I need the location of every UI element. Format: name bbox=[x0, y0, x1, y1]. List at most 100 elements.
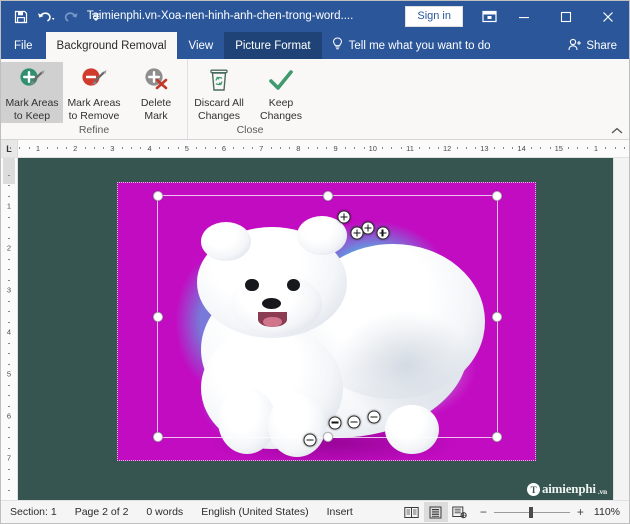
vertical-ruler-tick-label: 4 bbox=[6, 327, 12, 337]
selection-handle-top-center[interactable] bbox=[322, 191, 333, 201]
refine-group-label: Refine bbox=[78, 124, 110, 136]
ruler-tick-label: 14 bbox=[517, 143, 526, 153]
ruler-tick-mark bbox=[354, 146, 356, 149]
vertical-ruler-tick-label: 3 bbox=[6, 285, 12, 295]
ribbon-group-refine: Mark Areas to Keep Mark Areas to Remove … bbox=[1, 59, 187, 139]
picture-container[interactable] bbox=[117, 182, 536, 461]
vertical-ruler-tick-label: 5 bbox=[6, 369, 12, 379]
mark-areas-to-remove-line2: to Remove bbox=[68, 110, 120, 122]
selection-handle-bottom-left[interactable] bbox=[153, 432, 163, 442]
remove-mark-icon[interactable] bbox=[328, 416, 342, 430]
vertical-ruler[interactable]: 1 2 3 4 5 6 7 bbox=[1, 158, 18, 500]
keep-changes-button[interactable]: Keep Changes bbox=[250, 62, 312, 123]
vertical-ruler-tick-mark bbox=[8, 300, 10, 302]
picture-background-removal-preview[interactable] bbox=[117, 182, 536, 461]
status-section[interactable]: Section: 1 bbox=[1, 501, 66, 523]
selection-handle-middle-left[interactable] bbox=[153, 311, 163, 322]
vertical-scrollbar[interactable] bbox=[613, 158, 629, 500]
ruler-tick-mark bbox=[177, 146, 179, 149]
share-person-icon bbox=[568, 38, 582, 54]
status-language[interactable]: English (United States) bbox=[192, 501, 317, 523]
ruler-tick-mark bbox=[623, 146, 625, 149]
ruler-tick-label: 4 bbox=[147, 143, 152, 153]
web-layout-icon[interactable] bbox=[448, 502, 472, 522]
keep-changes-line2: Changes bbox=[259, 110, 303, 122]
ruler-tick-mark bbox=[242, 146, 244, 149]
ruler-tick-mark bbox=[382, 146, 384, 149]
ruler-tick-mark bbox=[605, 146, 607, 149]
mark-areas-to-remove-button[interactable]: Mark Areas to Remove bbox=[63, 62, 125, 123]
ruler-tick-label: 13 bbox=[480, 143, 489, 153]
tab-background-removal[interactable]: Background Removal bbox=[45, 32, 178, 59]
ruler-tick-mark bbox=[131, 146, 132, 149]
ruler-tick-mark bbox=[549, 146, 551, 149]
ruler-tick-mark bbox=[10, 146, 12, 149]
minimize-button[interactable] bbox=[503, 1, 545, 32]
status-insert-mode[interactable]: Insert bbox=[318, 501, 362, 523]
ruler-tick-label: 12 bbox=[443, 143, 452, 153]
tab-stop-selector[interactable]: L bbox=[1, 140, 18, 157]
remove-mark-icon[interactable] bbox=[303, 433, 317, 447]
chevron-up-icon[interactable] bbox=[611, 125, 623, 137]
ruler-tick-mark bbox=[456, 146, 458, 149]
trash-icon bbox=[206, 66, 232, 96]
keep-mark-icon[interactable] bbox=[337, 210, 351, 224]
vertical-ruler-tick-mark bbox=[8, 342, 10, 344]
remove-mark-icon[interactable] bbox=[347, 415, 361, 429]
zoom-control[interactable]: − + bbox=[472, 505, 592, 519]
picture-selection-frame bbox=[153, 191, 502, 442]
document-canvas[interactable]: T aimienphi .vn bbox=[18, 158, 613, 500]
tell-me-search[interactable]: Tell me what you want to do bbox=[322, 32, 501, 59]
ruler-tick-mark bbox=[289, 146, 291, 149]
sign-in-button[interactable]: Sign in bbox=[405, 6, 463, 27]
zoom-slider-track[interactable] bbox=[493, 506, 570, 518]
mark-areas-to-keep-button[interactable]: Mark Areas to Keep bbox=[1, 62, 63, 123]
read-mode-icon[interactable] bbox=[400, 502, 424, 522]
keep-mark-icon[interactable] bbox=[376, 226, 390, 240]
status-word-count[interactable]: 0 words bbox=[137, 501, 192, 523]
ruler-tick-mark bbox=[317, 146, 318, 149]
status-page[interactable]: Page 2 of 2 bbox=[66, 501, 138, 523]
delete-mark-line1: Delete bbox=[140, 97, 172, 109]
print-layout-icon[interactable] bbox=[423, 502, 448, 522]
share-button[interactable]: Share bbox=[556, 32, 629, 59]
ribbon-group-close: Discard All Changes Keep Changes Close bbox=[187, 59, 312, 139]
delete-mark-button[interactable]: Delete Mark bbox=[125, 62, 187, 123]
vertical-ruler-tick-mark bbox=[8, 321, 10, 323]
mark-areas-to-remove-line1: Mark Areas bbox=[67, 97, 121, 109]
tab-file[interactable]: File bbox=[1, 32, 46, 59]
vertical-ruler-tick-mark bbox=[8, 311, 10, 312]
ruler-tick-mark bbox=[65, 146, 67, 149]
close-button[interactable] bbox=[587, 1, 629, 32]
selection-handle-middle-right[interactable] bbox=[492, 311, 502, 322]
ruler-tick-mark bbox=[307, 146, 309, 149]
ruler-tick-mark bbox=[493, 146, 495, 149]
mark-areas-to-keep-line2: to Keep bbox=[13, 110, 51, 122]
ruler-tick-mark bbox=[205, 146, 207, 149]
zoom-in-button[interactable]: + bbox=[575, 505, 586, 519]
zoom-out-button[interactable]: − bbox=[478, 505, 489, 519]
zoom-level-label[interactable]: 110% bbox=[592, 506, 629, 518]
selection-handle-top-left[interactable] bbox=[153, 191, 163, 201]
selection-handle-bottom-right[interactable] bbox=[492, 432, 502, 442]
horizontal-ruler[interactable]: L 1 2 3 4 5 6 7 8 9 10 11 12 13 14 15 1 bbox=[1, 140, 629, 158]
selection-handle-top-right[interactable] bbox=[492, 191, 502, 201]
keep-mark-icon[interactable] bbox=[361, 221, 375, 235]
ruler-tick-label: 3 bbox=[110, 143, 115, 153]
ruler-tick-mark bbox=[428, 146, 430, 149]
tab-picture-format[interactable]: Picture Format bbox=[224, 32, 322, 59]
watermark-suffix: .vn bbox=[597, 487, 607, 496]
vertical-ruler-tick-mark bbox=[8, 353, 10, 354]
customize-quick-access-toolbar-icon[interactable] bbox=[84, 6, 108, 28]
discard-all-changes-button[interactable]: Discard All Changes bbox=[188, 62, 250, 123]
ruler-tick-mark bbox=[586, 146, 588, 149]
selection-handle-bottom-center[interactable] bbox=[322, 432, 333, 442]
save-icon[interactable] bbox=[9, 6, 33, 28]
undo-icon[interactable] bbox=[34, 6, 58, 28]
ribbon-display-options-icon[interactable] bbox=[475, 4, 503, 30]
tab-view[interactable]: View bbox=[177, 32, 224, 59]
remove-mark-icon[interactable] bbox=[367, 410, 381, 424]
zoom-slider-thumb[interactable] bbox=[528, 506, 533, 518]
keep-mark-icon[interactable] bbox=[350, 226, 364, 240]
restore-button[interactable] bbox=[545, 1, 587, 32]
